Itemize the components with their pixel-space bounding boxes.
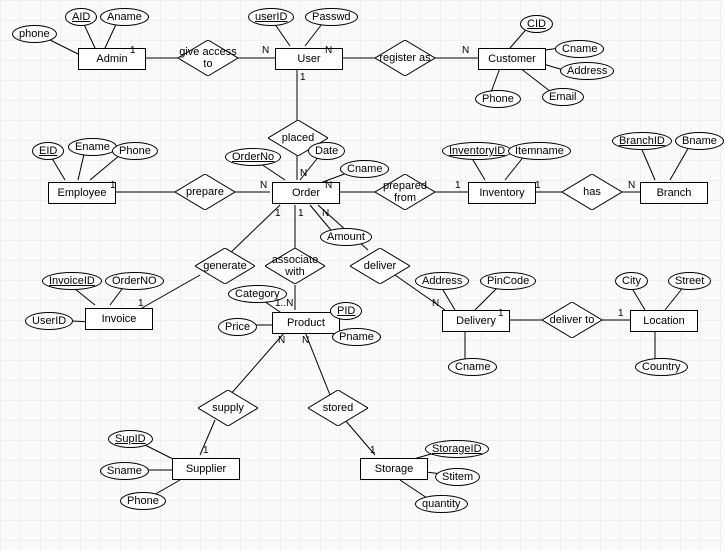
entity-supplier: Supplier: [172, 458, 240, 480]
card-label: N: [325, 180, 332, 191]
entity-product: Product: [272, 312, 340, 334]
card-label: N: [628, 180, 635, 191]
entity-user: User: [275, 48, 343, 70]
attr-inventoryid: InventoryID: [442, 142, 512, 160]
attr-address-del: Address: [415, 272, 469, 290]
card-label: N: [322, 208, 329, 219]
attr-cname-del: Cname: [448, 358, 497, 376]
rel-supply: supply: [198, 390, 258, 426]
card-label: N: [300, 168, 307, 179]
entity-employee: Employee: [48, 182, 116, 204]
attr-email: Email: [542, 88, 584, 106]
rel-deliver-to: deliver to: [542, 302, 602, 338]
attr-pname: Pname: [332, 328, 381, 346]
attr-quantity: quantity: [415, 495, 468, 513]
rel-has: has: [562, 174, 622, 210]
rel-deliver: deliver: [350, 248, 410, 284]
rel-prepared-from: prepared from: [375, 174, 435, 210]
card-label: N: [462, 45, 469, 56]
attr-orderno-inv: OrderNO: [105, 272, 164, 290]
card-label: N: [260, 180, 267, 191]
card-label: 1: [618, 308, 624, 319]
attr-orderno: OrderNo: [225, 148, 281, 166]
attr-cname-order: Cname: [340, 160, 389, 178]
card-label: 1: [138, 298, 144, 309]
rel-prepare: prepare: [175, 174, 235, 210]
card-label: 1: [535, 180, 541, 191]
entity-invoice: Invoice: [85, 308, 153, 330]
rel-associate: associate with: [265, 248, 325, 284]
rel-generate: generate: [195, 248, 255, 284]
card-label: 1: [203, 445, 209, 456]
attr-supid: SupID: [108, 430, 153, 448]
card-label: 1: [370, 445, 376, 456]
attr-phone-cust: Phone: [475, 90, 521, 108]
rel-stored: stored: [308, 390, 368, 426]
attr-price: Price: [218, 318, 257, 336]
card-label: N: [302, 335, 309, 346]
attr-ename: Ename: [68, 138, 117, 156]
card-label: N: [262, 45, 269, 56]
attr-invoiceid: InvoiceID: [42, 272, 102, 290]
attr-sname: Sname: [100, 462, 149, 480]
card-label: 1..N: [275, 298, 293, 309]
attr-pincode: PinCode: [480, 272, 536, 290]
er-diagram-canvas: Admin User Customer Employee Order Inven…: [0, 0, 724, 551]
card-label: N: [432, 298, 439, 309]
attr-date: Date: [308, 142, 345, 160]
attr-country: Country: [635, 358, 688, 376]
attr-amount: Amount: [320, 228, 372, 246]
card-label: 1: [130, 45, 136, 56]
attr-branchid: BranchID: [612, 132, 672, 150]
attr-stitem: Stitem: [435, 468, 480, 486]
card-label: 1: [298, 208, 304, 219]
attr-cname-cust: Cname: [555, 40, 604, 58]
card-label: 1: [455, 180, 461, 191]
card-label: 1: [300, 72, 306, 83]
card-label: N: [325, 45, 332, 56]
rel-give-access: give access to: [178, 40, 238, 76]
attr-aname: Aname: [100, 8, 149, 26]
attr-itemname: Itemname: [508, 142, 571, 160]
attr-passwd: Passwd: [305, 8, 358, 26]
entity-storage: Storage: [360, 458, 428, 480]
entity-inventory: Inventory: [468, 182, 536, 204]
attr-userid-inv: UserID: [25, 312, 73, 330]
card-label: 1: [498, 308, 504, 319]
card-label: 1: [110, 180, 116, 191]
attr-phone-admin: phone: [12, 25, 57, 43]
card-label: N: [278, 335, 285, 346]
attr-cid: CID: [520, 15, 553, 33]
entity-customer: Customer: [478, 48, 546, 70]
attr-storageid: StorageID: [425, 440, 489, 458]
attr-phone-emp: Phone: [112, 142, 158, 160]
attr-userid: userID: [248, 8, 294, 26]
attr-phone-sup: Phone: [120, 492, 166, 510]
attr-city: City: [615, 272, 648, 290]
card-label: 1: [275, 208, 281, 219]
attr-street: Street: [668, 272, 711, 290]
attr-address-cust: Address: [560, 62, 614, 80]
entity-branch: Branch: [640, 182, 708, 204]
attr-bname: Bname: [675, 132, 724, 150]
entity-location: Location: [630, 310, 698, 332]
rel-register-as: register as: [375, 40, 435, 76]
